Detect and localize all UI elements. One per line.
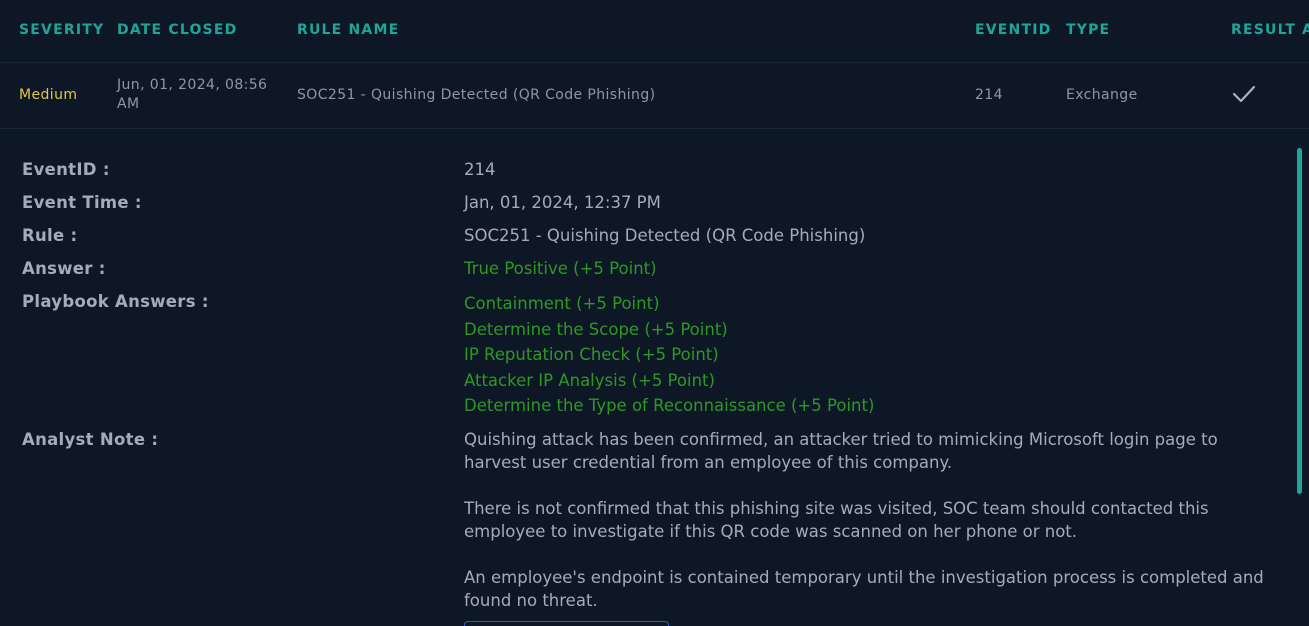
event-time-value: Jan, 01, 2024, 12:37 PM bbox=[464, 193, 661, 212]
event-details-panel: EventID : 214 Event Time : Jan, 01, 2024… bbox=[0, 129, 1309, 626]
checkmark-icon bbox=[1232, 85, 1256, 103]
playbook-answers-list: Containment (+5 Point) Determine the Sco… bbox=[464, 291, 874, 419]
list-item: Determine the Type of Reconnaissance (+5… bbox=[464, 396, 875, 415]
table-row[interactable]: Medium Jun, 01, 2024, 08:56 AM SOC251 - … bbox=[0, 63, 1309, 129]
table-header: SEVERITY DATE CLOSED RULE NAME EVENTID T… bbox=[0, 0, 1309, 63]
eventid-value: 214 bbox=[464, 160, 496, 179]
playbook-answers-label: Playbook Answers : bbox=[22, 292, 209, 311]
type-cell: Exchange bbox=[1066, 87, 1138, 103]
investigation-results-page: SEVERITY DATE CLOSED RULE NAME EVENTID T… bbox=[0, 0, 1309, 626]
header-result[interactable]: RESULT bbox=[1231, 22, 1296, 38]
header-eventid[interactable]: EVENTID bbox=[975, 22, 1051, 38]
header-type[interactable]: TYPE bbox=[1066, 22, 1110, 38]
rule-value: SOC251 - Quishing Detected (QR Code Phis… bbox=[464, 226, 866, 245]
note-paragraph: An employee's endpoint is contained temp… bbox=[464, 568, 1264, 610]
note-paragraph: Quishing attack has been confirmed, an a… bbox=[464, 430, 1218, 472]
scrollbar-thumb[interactable] bbox=[1297, 148, 1302, 494]
rule-name-cell: SOC251 - Quishing Detected (QR Code Phis… bbox=[297, 87, 656, 103]
header-date-closed[interactable]: DATE CLOSED bbox=[117, 22, 237, 38]
list-item: IP Reputation Check (+5 Point) bbox=[464, 345, 719, 364]
severity-badge: Medium bbox=[19, 87, 78, 103]
list-item: Attacker IP Analysis (+5 Point) bbox=[464, 370, 715, 390]
header-next-column[interactable]: A bbox=[1302, 22, 1309, 38]
list-item: Containment (+5 Point) bbox=[464, 294, 660, 313]
header-rule-name[interactable]: RULE NAME bbox=[297, 22, 399, 38]
eventid-cell: 214 bbox=[975, 87, 1003, 103]
partial-button[interactable] bbox=[464, 621, 669, 626]
header-severity[interactable]: SEVERITY bbox=[19, 22, 104, 38]
analyst-note-label: Analyst Note : bbox=[22, 430, 159, 449]
note-paragraph: There is not confirmed that this phishin… bbox=[464, 499, 1209, 541]
analyst-note-text: Quishing attack has been confirmed, an a… bbox=[464, 428, 1284, 626]
list-item: Determine the Scope (+5 Point) bbox=[464, 319, 728, 339]
eventid-label: EventID : bbox=[22, 160, 110, 179]
answer-label: Answer : bbox=[22, 259, 106, 278]
answer-value: True Positive (+5 Point) bbox=[464, 259, 657, 278]
event-time-label: Event Time : bbox=[22, 193, 142, 212]
date-closed-cell: Jun, 01, 2024, 08:56 AM bbox=[117, 77, 268, 112]
rule-label: Rule : bbox=[22, 226, 78, 245]
